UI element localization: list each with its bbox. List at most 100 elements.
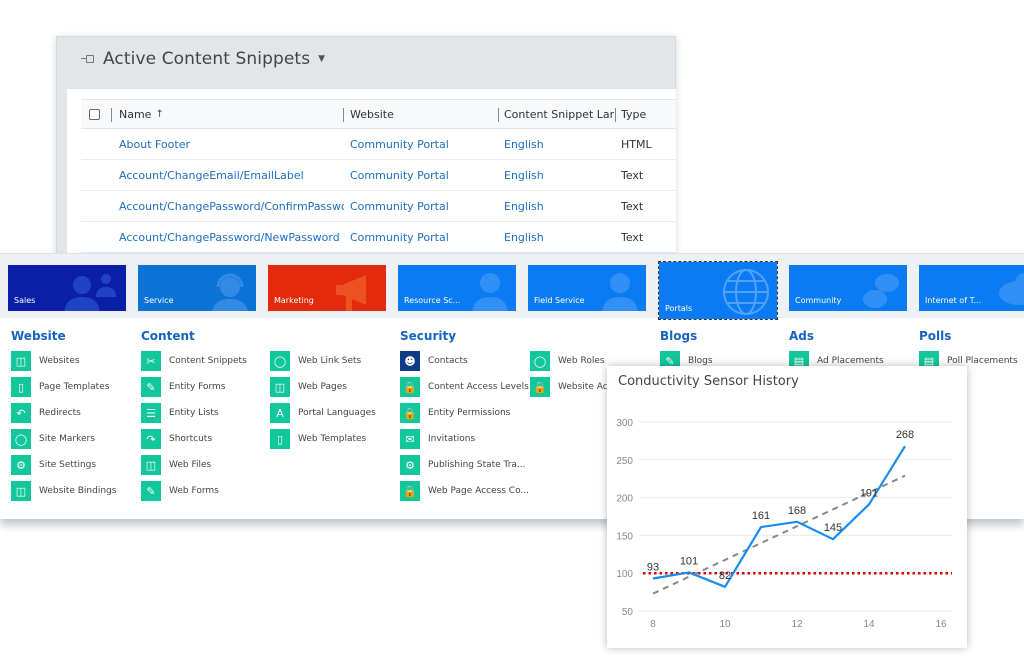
nav-item-page-templates[interactable]: ▯ Page Templates bbox=[11, 377, 109, 397]
data-label: 145 bbox=[824, 522, 842, 534]
lock-icon: 🔒 bbox=[530, 377, 550, 397]
app-tile-label: Portals bbox=[665, 304, 693, 313]
nav-item-label: Website Bindings bbox=[39, 486, 117, 496]
snippet-name-link[interactable]: About Footer bbox=[119, 129, 344, 159]
y-tick-label: 250 bbox=[616, 456, 633, 467]
nav-item-label: Web Link Sets bbox=[298, 356, 362, 366]
pin-icon[interactable] bbox=[81, 54, 95, 64]
app-tile-community[interactable]: Community bbox=[789, 265, 907, 311]
nav-item-web-templates[interactable]: ▯ Web Templates bbox=[270, 429, 366, 449]
group-title-blogs: Blogs bbox=[660, 329, 698, 343]
app-tile-resource-scheduling[interactable]: Resource Sc... bbox=[398, 265, 516, 311]
snippet-name-link[interactable]: Account/ChangeEmail/EmailLabel bbox=[119, 160, 344, 190]
nav-item-redirects[interactable]: ↶ Redirects bbox=[11, 403, 81, 423]
nav-item-label: Entity Forms bbox=[169, 382, 226, 392]
snippet-name-link[interactable]: Account/ChangePassword/NewPassword bbox=[119, 222, 344, 252]
x-tick-label: 10 bbox=[719, 619, 731, 630]
language-link[interactable]: English bbox=[504, 222, 614, 252]
app-tile-sales[interactable]: Sales bbox=[8, 265, 126, 311]
language-link[interactable]: English bbox=[504, 160, 614, 190]
table-row[interactable]: About Footer Community Portal English HT… bbox=[81, 129, 676, 160]
column-header-type[interactable]: Type bbox=[621, 100, 681, 128]
group-title-ads: Ads bbox=[789, 329, 815, 343]
lock-icon: 🔒 bbox=[400, 403, 420, 423]
table-row[interactable]: Account/ChangeEmail/EmailLabel Community… bbox=[81, 160, 676, 191]
nav-item-label: Web Files bbox=[169, 460, 212, 470]
y-tick-label: 200 bbox=[616, 494, 633, 505]
nav-item-label: Website Acc bbox=[558, 382, 613, 392]
grid-container: Name ↑ Website Content Snippet Lan... Ty… bbox=[67, 89, 676, 258]
page-icon: ▯ bbox=[270, 429, 290, 449]
group-title-security: Security bbox=[400, 329, 457, 343]
column-header-website[interactable]: Website bbox=[350, 100, 500, 128]
nav-item-label: Web Forms bbox=[169, 486, 219, 496]
column-divider[interactable] bbox=[111, 108, 112, 122]
view-header[interactable]: Active Content Snippets ▼ bbox=[81, 47, 325, 71]
nav-item-website-access[interactable]: 🔒 Website Acc bbox=[530, 377, 613, 397]
nav-item-shortcuts[interactable]: ↷ Shortcuts bbox=[141, 429, 212, 449]
nav-item-web-link-sets[interactable]: ◯ Web Link Sets bbox=[270, 351, 361, 371]
select-all-checkbox[interactable] bbox=[89, 108, 100, 120]
nav-item-site-markers[interactable]: ◯ Site Markers bbox=[11, 429, 95, 449]
column-divider[interactable] bbox=[498, 108, 499, 122]
nav-item-label: Websites bbox=[39, 356, 80, 366]
nav-item-website-bindings[interactable]: ◫ Website Bindings bbox=[11, 481, 116, 501]
cloud-icon bbox=[999, 273, 1024, 305]
web-file-icon: ◫ bbox=[141, 455, 161, 475]
nav-item-portal-languages[interactable]: A Portal Languages bbox=[270, 403, 376, 423]
nav-item-entity-permissions[interactable]: 🔒 Entity Permissions bbox=[400, 403, 510, 423]
website-link[interactable]: Community Portal bbox=[350, 222, 500, 252]
column-divider[interactable] bbox=[343, 108, 344, 122]
globe-icon bbox=[723, 269, 769, 315]
envelope-icon: ✉ bbox=[400, 429, 420, 449]
lock-icon: 🔒 bbox=[400, 377, 420, 397]
language-link[interactable]: English bbox=[504, 191, 614, 221]
column-divider[interactable] bbox=[615, 108, 616, 122]
language-link[interactable]: English bbox=[504, 129, 614, 159]
nav-item-label: Content Access Levels bbox=[428, 382, 529, 392]
chevron-down-icon[interactable]: ▼ bbox=[318, 54, 325, 64]
select-all-cell[interactable] bbox=[89, 100, 109, 128]
sort-ascending-icon: ↑ bbox=[155, 108, 164, 120]
website-icon: ◫ bbox=[11, 351, 31, 371]
nav-item-content-snippets[interactable]: ✂ Content Snippets bbox=[141, 351, 247, 371]
nav-item-content-access-levels[interactable]: 🔒 Content Access Levels bbox=[400, 377, 529, 397]
nav-item-label: Site Markers bbox=[39, 434, 95, 444]
app-tile-service[interactable]: Service bbox=[138, 265, 256, 311]
nav-item-invitations[interactable]: ✉ Invitations bbox=[400, 429, 475, 449]
nav-item-site-settings[interactable]: ⚙ Site Settings bbox=[11, 455, 96, 475]
nav-item-web-forms[interactable]: ✎ Web Forms bbox=[141, 481, 219, 501]
snippet-name-link[interactable]: Account/ChangePassword/ConfirmPassword bbox=[119, 191, 344, 221]
nav-item-entity-lists[interactable]: ☰ Entity Lists bbox=[141, 403, 219, 423]
nav-item-websites[interactable]: ◫ Websites bbox=[11, 351, 80, 371]
data-label: 101 bbox=[680, 555, 698, 567]
website-link[interactable]: Community Portal bbox=[350, 191, 500, 221]
megaphone-icon bbox=[336, 275, 366, 311]
column-header-language[interactable]: Content Snippet Lan... bbox=[504, 100, 614, 128]
conductivity-chart-card: Conductivity Sensor History 50 100 150 200 2… bbox=[607, 366, 967, 648]
app-tile-field-service[interactable]: Field Service bbox=[528, 265, 646, 311]
gear-icon: ⚙ bbox=[11, 455, 31, 475]
nav-item-entity-forms[interactable]: ✎ Entity Forms bbox=[141, 377, 226, 397]
app-tile-portals[interactable]: Portals bbox=[658, 261, 778, 320]
nav-item-web-roles[interactable]: ◯ Web Roles bbox=[530, 351, 605, 371]
website-link[interactable]: Community Portal bbox=[350, 129, 500, 159]
app-tile-internet-of-things[interactable]: Internet of T... bbox=[919, 265, 1024, 311]
column-header-name[interactable]: Name ↑ bbox=[119, 100, 344, 128]
nav-item-publishing-state-transitions[interactable]: ⚙ Publishing State Tra... bbox=[400, 455, 526, 475]
column-header-label: Type bbox=[621, 107, 647, 121]
table-row[interactable]: Account/ChangePassword/ConfirmPassword C… bbox=[81, 191, 676, 222]
nav-item-contacts[interactable]: ☻ Contacts bbox=[400, 351, 468, 371]
website-link[interactable]: Community Portal bbox=[350, 160, 500, 190]
redirect-arrow-icon: ↶ bbox=[11, 403, 31, 423]
type-cell: HTML bbox=[621, 137, 652, 151]
gear-icon: ⚙ bbox=[400, 455, 420, 475]
table-row[interactable]: Account/ChangePassword/NewPassword Commu… bbox=[81, 222, 676, 253]
nav-item-web-page-access-control[interactable]: 🔒 Web Page Access Co... bbox=[400, 481, 529, 501]
data-label: 161 bbox=[752, 510, 770, 522]
data-label: 82 bbox=[719, 570, 731, 582]
nav-item-web-pages[interactable]: ◫ Web Pages bbox=[270, 377, 347, 397]
nav-item-label: Web Pages bbox=[298, 382, 347, 392]
app-tile-marketing[interactable]: Marketing bbox=[268, 265, 386, 311]
nav-item-web-files[interactable]: ◫ Web Files bbox=[141, 455, 211, 475]
